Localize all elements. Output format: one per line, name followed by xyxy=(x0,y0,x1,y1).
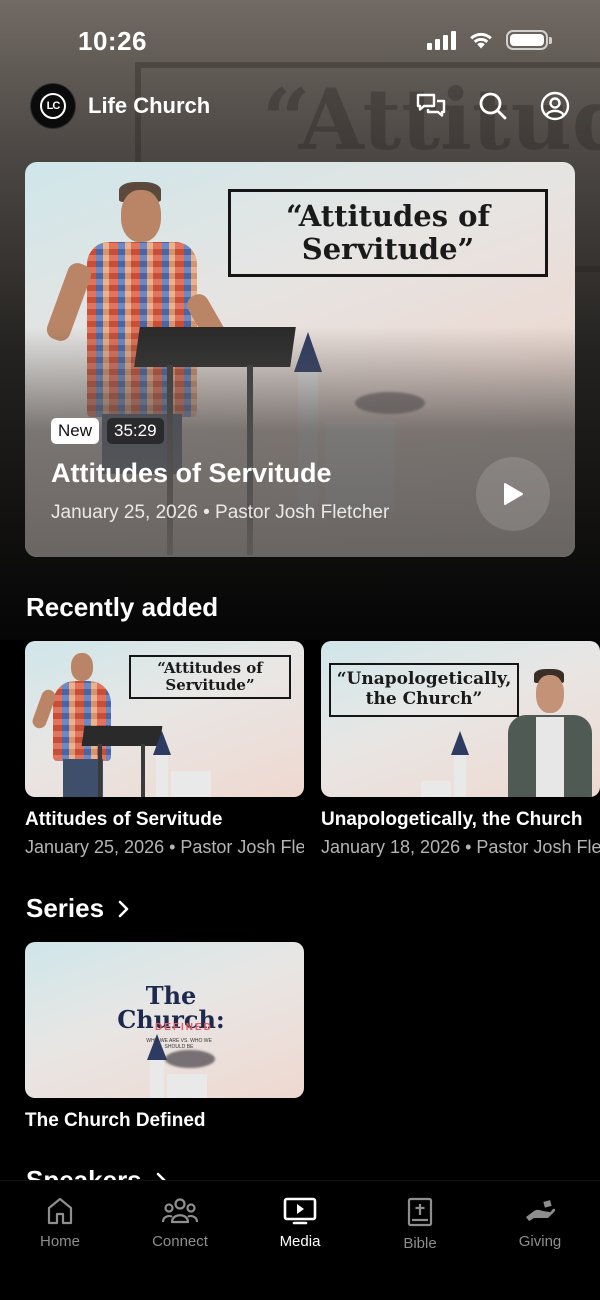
header-actions xyxy=(416,91,570,121)
series-thumbnail: The Church: DEFINED WHO WE ARE VS. WHO W… xyxy=(25,942,304,1098)
featured-sermon-card[interactable]: “Attitudes of Servitude” New 35:29 Attit… xyxy=(25,162,575,557)
recent-item-title: Unapologetically, the Church xyxy=(321,809,583,830)
series-graphic-tagline: WHO WE ARE VS. WHO WE SHOULD BE xyxy=(146,1038,212,1050)
nav-connect[interactable]: Connect xyxy=(120,1197,240,1250)
signal-icon xyxy=(427,30,456,50)
church-steeple-image xyxy=(421,731,501,797)
nav-media[interactable]: Media xyxy=(240,1197,360,1250)
chat-icon[interactable] xyxy=(416,91,446,121)
recent-item-thumbnail: “Unapologetically, the Church” xyxy=(321,641,600,797)
church-logo[interactable]: LC xyxy=(30,83,76,129)
nav-label-media: Media xyxy=(279,1233,321,1250)
series-heading[interactable]: Series xyxy=(26,893,130,924)
profile-icon[interactable] xyxy=(540,91,570,121)
hero-meta: January 25, 2026 • Pastor Josh Fletcher xyxy=(51,502,390,523)
home-icon xyxy=(47,1197,73,1225)
app-name: Life Church xyxy=(88,93,211,118)
recent-item-card[interactable]: “Unapologetically, the Church” Unapologe… xyxy=(321,641,600,858)
status-icons xyxy=(427,30,552,50)
people-icon xyxy=(162,1198,198,1224)
series-label: Series xyxy=(26,893,105,923)
app-header: LC Life Church xyxy=(30,82,570,130)
recently-added-heading: Recently added xyxy=(26,592,218,623)
nav-home[interactable]: Home xyxy=(0,1197,120,1250)
nav-label-home: Home xyxy=(39,1233,80,1250)
hero-badges: New 35:29 xyxy=(51,418,164,444)
play-icon xyxy=(504,483,523,505)
nav-label-bible: Bible xyxy=(403,1235,437,1252)
recent-item-title: Attitudes of Servitude xyxy=(25,809,223,830)
recently-added-label: Recently added xyxy=(26,592,219,622)
duration-badge: 35:29 xyxy=(107,418,164,444)
thumbnail-graphic-title: “Attitudes of Servitude” xyxy=(129,655,291,699)
status-bar: 10:26 xyxy=(0,0,600,80)
giving-hand-icon xyxy=(526,1200,556,1221)
tv-play-icon xyxy=(283,1197,317,1225)
nav-giving[interactable]: Giving xyxy=(480,1197,600,1250)
play-button[interactable] xyxy=(476,457,550,531)
recent-item-thumbnail: “Attitudes of Servitude” xyxy=(25,641,304,797)
bible-icon xyxy=(407,1197,433,1227)
series-graphic-subtitle: DEFINED xyxy=(155,1022,213,1033)
logo-mark: LC xyxy=(40,93,66,119)
nav-bible[interactable]: Bible xyxy=(360,1197,480,1252)
chevron-right-icon xyxy=(118,900,129,917)
sermon-graphic-title: “Attitudes of Servitude” xyxy=(228,189,548,277)
series-card[interactable]: The Church: DEFINED WHO WE ARE VS. WHO W… xyxy=(25,942,304,1132)
nav-label-connect: Connect xyxy=(152,1233,208,1250)
hero-title: Attitudes of Servitude xyxy=(51,458,332,488)
status-time: 10:26 xyxy=(78,26,147,56)
new-badge: New xyxy=(51,418,100,444)
battery-icon xyxy=(506,30,552,50)
recent-item-meta: January 18, 2026 • Pastor Josh Fletcher xyxy=(321,837,600,857)
search-icon[interactable] xyxy=(478,91,508,121)
thumbnail-graphic-title: “Unapologetically, the Church” xyxy=(329,663,519,717)
recent-item-meta: January 25, 2026 • Pastor Josh Fletcher xyxy=(25,837,304,857)
recent-item-card[interactable]: “Attitudes of Servitude” Attitudes of Se… xyxy=(25,641,304,858)
wifi-icon xyxy=(470,32,492,49)
church-steeple-image xyxy=(145,731,215,797)
ink-splash xyxy=(165,1050,215,1068)
series-item-title: The Church Defined xyxy=(25,1110,206,1131)
bottom-navigation: Home Connect Media Bible Giving xyxy=(0,1180,600,1300)
nav-label-giving: Giving xyxy=(518,1233,562,1250)
